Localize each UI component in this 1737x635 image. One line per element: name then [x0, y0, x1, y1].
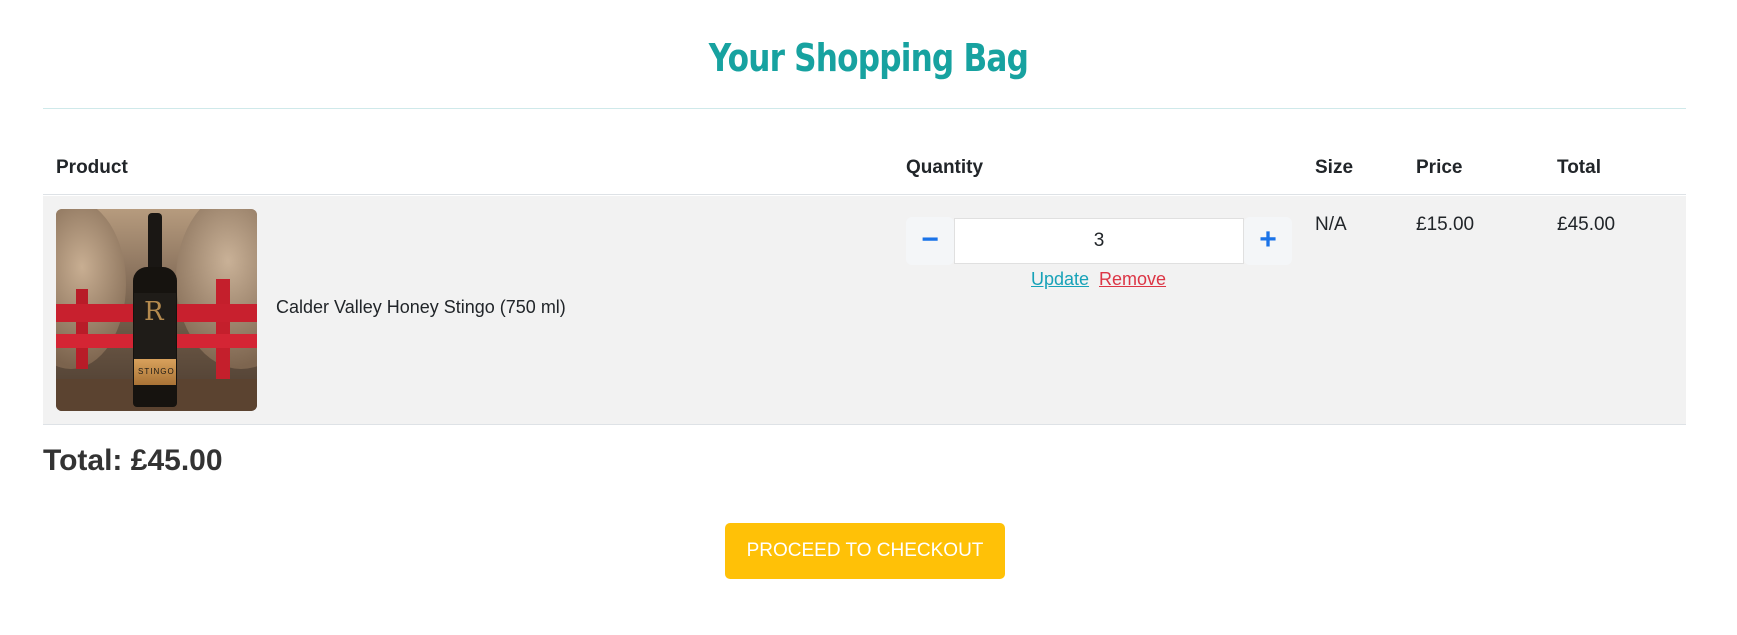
page-title: Your Shopping Bag — [708, 36, 1029, 80]
table-row: R STINGO Calder Valley Honey Stingo (750… — [43, 196, 1686, 425]
header-size: Size — [1315, 157, 1354, 178]
increment-button[interactable]: + — [1244, 217, 1292, 265]
header-price: Price — [1416, 157, 1463, 178]
product-name: Calder Valley Honey Stingo (750 ml) — [276, 297, 566, 317]
quantity-input[interactable] — [954, 218, 1244, 264]
size-value: N/A — [1315, 214, 1347, 235]
plus-icon: + — [1259, 223, 1277, 256]
grand-total: Total: £45.00 — [43, 444, 223, 477]
product-image[interactable]: R STINGO — [56, 209, 257, 411]
title-divider — [43, 108, 1686, 109]
header-product: Product — [56, 157, 128, 178]
price-value: £15.00 — [1416, 214, 1475, 235]
header-quantity: Quantity — [906, 157, 984, 178]
minus-icon: − — [921, 223, 939, 256]
bottle-neck — [148, 213, 162, 273]
quantity-stepper: − + — [906, 217, 1292, 265]
decrement-button[interactable]: − — [906, 217, 954, 265]
update-link[interactable]: Update — [1031, 269, 1089, 290]
checkout-button[interactable]: PROCEED TO CHECKOUT — [725, 523, 1005, 579]
rack-shape — [76, 289, 88, 369]
bottle-band-text: STINGO — [138, 367, 175, 376]
rack-shape — [216, 279, 230, 379]
header-total: Total — [1557, 157, 1601, 178]
remove-link[interactable]: Remove — [1099, 269, 1166, 290]
table-header-row: Product Quantity Size Price Total — [43, 145, 1686, 195]
line-total-value: £45.00 — [1557, 214, 1616, 235]
bottle-logo: R — [144, 297, 164, 327]
